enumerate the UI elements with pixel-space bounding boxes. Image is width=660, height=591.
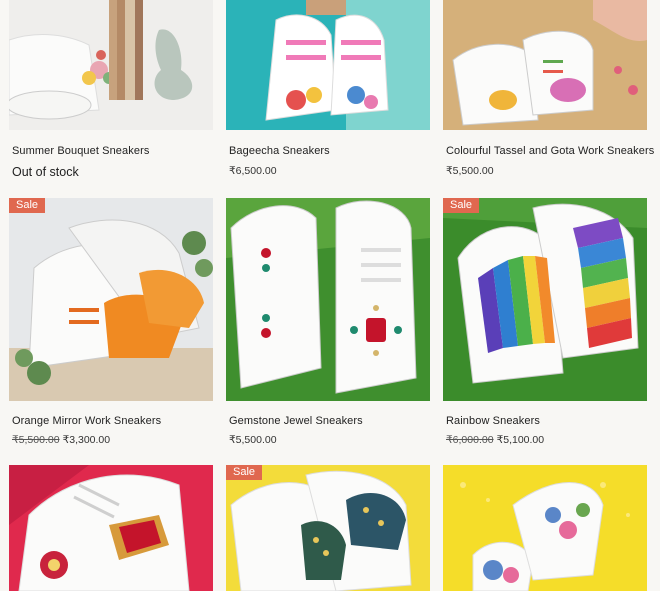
product-title[interactable]: Gemstone Jewel Sneakers (229, 415, 363, 427)
product-image[interactable] (226, 0, 430, 130)
product-card[interactable]: Colourful Tassel and Gota Work Sneakers … (443, 0, 654, 180)
compare-price: ₹5,500.00 (12, 434, 60, 446)
product-card[interactable]: Sale (226, 465, 430, 591)
product-title[interactable]: Bageecha Sneakers (229, 145, 330, 157)
product-price: ₹6,500.00 (229, 165, 277, 177)
sale-badge: Sale (9, 198, 46, 213)
product-title[interactable]: Orange Mirror Work Sneakers (12, 415, 161, 427)
product-photo (226, 198, 430, 401)
product-image[interactable] (226, 198, 430, 401)
product-card[interactable]: Summer Bouquet Sneakers Out of stock (9, 0, 213, 180)
product-price: ₹6,000.00 ₹5,100.00 (446, 434, 544, 446)
product-photo (443, 465, 647, 591)
product-card[interactable]: Sale Rainbow Sneakers ₹6,000.00 ₹5,100.00 (443, 198, 647, 448)
product-image[interactable] (9, 198, 213, 401)
product-card[interactable] (9, 465, 213, 591)
sale-badge: Sale (443, 198, 480, 213)
product-image[interactable] (226, 465, 430, 591)
stock-status: Out of stock (12, 165, 79, 179)
product-photo (226, 0, 430, 130)
product-image[interactable] (443, 0, 647, 130)
product-card[interactable] (443, 465, 647, 591)
product-title[interactable]: Summer Bouquet Sneakers (12, 145, 149, 157)
product-photo (443, 0, 647, 130)
product-image[interactable] (443, 198, 647, 401)
product-image[interactable] (9, 0, 213, 130)
product-price: ₹5,500.00 (229, 434, 277, 446)
product-price: ₹5,500.00 (446, 165, 494, 177)
product-photo (9, 0, 213, 130)
product-title[interactable]: Colourful Tassel and Gota Work Sneakers (446, 145, 654, 157)
product-photo (9, 465, 213, 591)
product-title[interactable]: Rainbow Sneakers (446, 415, 540, 427)
product-image[interactable] (9, 465, 213, 591)
product-image[interactable] (443, 465, 647, 591)
product-price: ₹5,500.00 ₹3,300.00 (12, 434, 110, 446)
sale-price: ₹5,100.00 (496, 434, 545, 446)
product-card[interactable]: Bageecha Sneakers ₹6,500.00 (226, 0, 430, 180)
product-card[interactable]: Sale Orange Mirror Work Sneakers ₹5,500.… (9, 198, 213, 448)
product-card[interactable]: Gemstone Jewel Sneakers ₹5,500.00 (226, 198, 430, 448)
product-photo (226, 465, 430, 591)
product-photo (9, 198, 213, 401)
compare-price: ₹6,000.00 (446, 434, 494, 446)
sale-price: ₹3,300.00 (62, 434, 111, 446)
product-photo (443, 198, 647, 401)
sale-badge: Sale (226, 465, 263, 480)
